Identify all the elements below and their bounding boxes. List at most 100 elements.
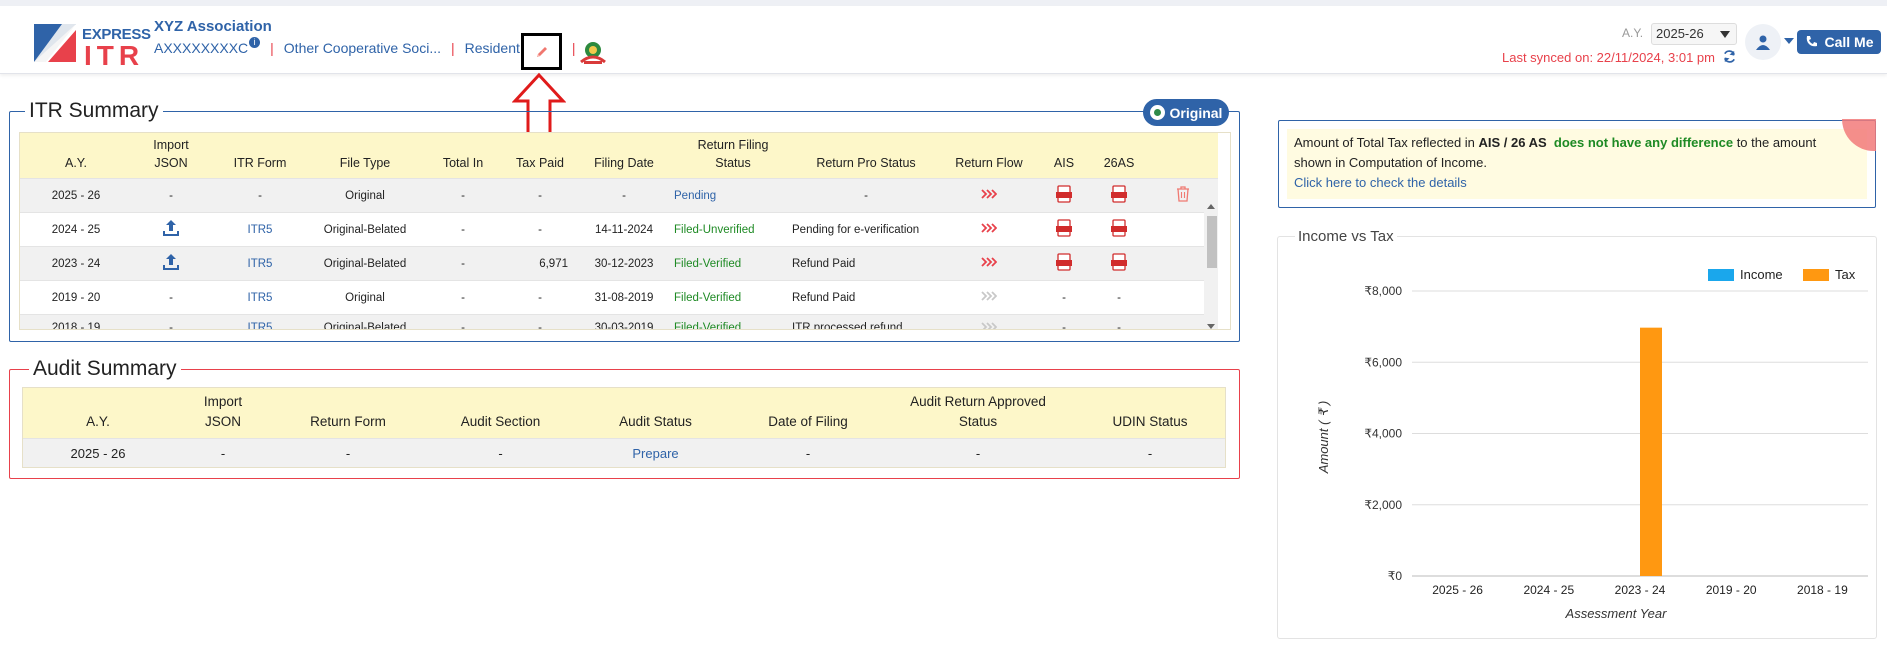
prepare-audit-link[interactable]: Prepare [578, 438, 733, 467]
scroll-down-icon[interactable] [1207, 324, 1215, 329]
user-menu-caret-icon[interactable] [1784, 38, 1794, 44]
info-bold-text: AIS / 26 AS [1478, 135, 1547, 150]
cell-filing-date: 14-11-2024 [574, 212, 674, 247]
cell-pro-status: Refund Paid [792, 280, 940, 315]
user-menu-button[interactable] [1745, 24, 1781, 60]
cell-filing-date: 30-03-2019 [574, 314, 674, 329]
x-tick-label: 2018 - 19 [1797, 583, 1848, 597]
table-row[interactable]: 2018 - 19 - ITR5 Original-Belated - - 30… [20, 314, 1218, 329]
ay-select-value: 2025-26 [1656, 26, 1704, 41]
user-icon [1756, 35, 1770, 50]
itr-header-row: A.Y. Import JSON ITR Form File Type Tota… [20, 133, 1218, 179]
col-return-filing-status: Return Filing Status [674, 133, 792, 179]
cell-pro-status: Pending for e-verification [792, 212, 940, 247]
table-row[interactable]: 2025 - 26 - - Original - - - Pending - [20, 178, 1218, 213]
table-row[interactable]: 2024 - 25 ITR5 Original-Belated - - 14-1… [20, 212, 1218, 247]
x-tick-label: 2024 - 25 [1523, 583, 1574, 597]
cell-pro-status: - [792, 178, 940, 213]
cell-tax-paid: 6,971 [506, 246, 574, 281]
cell-file-type: Original [310, 280, 420, 315]
toggle-dot-icon [1149, 105, 1165, 120]
x-axis-label: Assessment Year [1565, 606, 1668, 621]
residency-status: Resident [464, 40, 520, 56]
info-text: shown in Computation of Income. [1294, 155, 1487, 170]
col-return-form: Return Form [273, 388, 423, 439]
cell-import-json: - [132, 280, 210, 315]
upload-icon[interactable] [132, 246, 210, 281]
society-type: Other Cooperative Soci... [283, 40, 441, 56]
x-tick-label: 2023 - 24 [1615, 583, 1666, 597]
pan-number: AXXXXXXXXC [154, 40, 249, 56]
ay-select[interactable]: 2025-26 [1651, 23, 1737, 45]
upload-icon[interactable] [132, 212, 210, 247]
cell-status: Filed-Verified [674, 280, 792, 315]
cell-ay: 2024 - 25 [20, 212, 132, 247]
return-flow-icon-disabled [940, 314, 1038, 329]
table-row[interactable]: 2025 - 26 - - - Prepare - - - [23, 438, 1225, 467]
cell-tax-paid: - [506, 314, 574, 329]
cell-file-type: Original-Belated [310, 246, 420, 281]
cell-filing-date: - [574, 178, 674, 213]
col-approved-status: Audit Return Approved Status [883, 388, 1073, 439]
call-me-button[interactable]: Call Me [1797, 30, 1881, 54]
cell-status-pending[interactable]: Pending [674, 178, 792, 213]
divider: | [571, 40, 576, 56]
26as-pdf-icon[interactable] [1090, 212, 1148, 247]
return-flow-icon[interactable] [940, 178, 1038, 213]
table-row[interactable]: 2019 - 20 - ITR5 Original - - 31-08-2019… [20, 280, 1218, 315]
association-name: XYZ Association [154, 18, 272, 35]
cell-import-json: - [132, 178, 210, 213]
refresh-icon[interactable] [1722, 49, 1737, 64]
return-flow-icon-disabled [940, 280, 1038, 315]
col-date-of-filing: Date of Filing [733, 388, 883, 439]
table-scrollbar[interactable] [1204, 201, 1218, 329]
ais-pdf-icon[interactable] [1038, 212, 1090, 247]
26as-pdf-icon[interactable] [1090, 178, 1148, 213]
scrollbar-thumb[interactable] [1207, 216, 1217, 268]
itr-summary-table: A.Y. Import JSON ITR Form File Type Tota… [19, 132, 1231, 330]
cell-itr-form-link[interactable]: ITR5 [210, 246, 310, 281]
govt-emblem-icon[interactable] [578, 40, 608, 71]
col-audit-section: Audit Section [423, 388, 578, 439]
y-tick-label: ₹2,000 [1364, 498, 1402, 512]
cell-audit-section: - [423, 438, 578, 467]
cell-import-json: - [132, 314, 210, 329]
original-toggle-badge[interactable]: Original [1143, 99, 1229, 126]
cell-tax-paid: - [506, 212, 574, 247]
return-flow-icon[interactable] [940, 246, 1038, 281]
audit-summary-table: A.Y. Import JSON Return Form Audit Secti… [22, 387, 1226, 468]
cell-itr-form-link[interactable]: ITR5 [210, 314, 310, 329]
col-return-pro-status: Return Pro Status [792, 133, 940, 179]
col-ay: A.Y. [23, 388, 173, 439]
scroll-up-icon[interactable] [1207, 204, 1215, 209]
audit-summary-panel: Audit Summary A.Y. Import JSON Return Fo… [9, 357, 1240, 479]
y-axis-label: Amount ( ₹ ) [1316, 401, 1331, 475]
col-udin-status: UDIN Status [1073, 388, 1225, 439]
check-details-link[interactable]: Click here to check the details [1294, 175, 1467, 190]
info-text: Amount of Total Tax reflected in [1294, 135, 1479, 150]
cell-pro-status: Refund Paid [792, 246, 940, 281]
cell-date-of-filing: - [733, 438, 883, 467]
legend-swatch-income [1708, 269, 1734, 281]
info-icon[interactable]: i [249, 36, 261, 48]
ais-pdf-icon[interactable] [1038, 178, 1090, 213]
cell-ay: 2025 - 26 [20, 178, 132, 213]
y-tick-label: ₹8,000 [1364, 284, 1402, 298]
cell-itr-form-link[interactable]: ITR5 [210, 280, 310, 315]
table-row[interactable]: 2023 - 24 ITR5 Original-Belated - 6,971 … [20, 246, 1218, 281]
cell-itr-form-link[interactable]: ITR5 [210, 212, 310, 247]
col-file-type: File Type [310, 133, 420, 179]
26as-pdf-icon[interactable] [1090, 246, 1148, 281]
audit-summary-title: Audit Summary [29, 357, 181, 381]
express-itr-logo[interactable]: EXPRESS ITR [32, 20, 151, 70]
edit-profile-button[interactable] [521, 33, 562, 70]
cell-total-in: - [420, 178, 506, 213]
cell-total-in: - [420, 246, 506, 281]
ais-pdf-icon[interactable] [1038, 246, 1090, 281]
audit-header-row: A.Y. Import JSON Return Form Audit Secti… [23, 388, 1225, 439]
return-flow-icon[interactable] [940, 212, 1038, 247]
col-return-flow: Return Flow [940, 133, 1038, 179]
chart-labels: ₹0 ₹2,000 ₹4,000 ₹6,000 ₹8,000 2025 - 26 2024 … [1364, 284, 1848, 597]
cell-26as: - [1090, 314, 1148, 329]
y-tick-label: ₹0 [1388, 569, 1403, 583]
